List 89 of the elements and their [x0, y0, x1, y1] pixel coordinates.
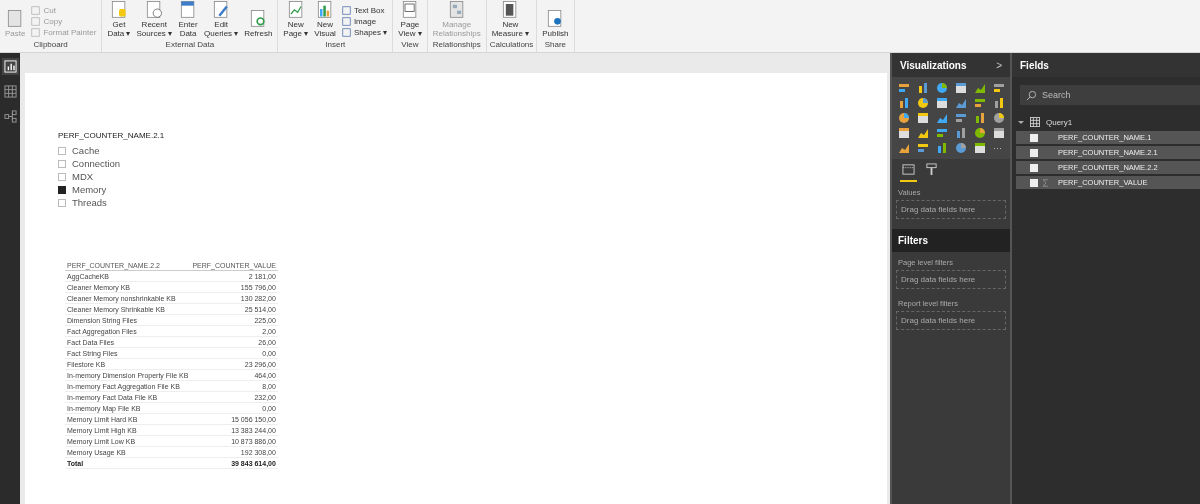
checkbox[interactable] — [1030, 133, 1038, 142]
chart-type-icon[interactable] — [898, 97, 910, 109]
group-label: Clipboard — [32, 39, 69, 51]
group-label: Share — [543, 39, 568, 51]
square-icon — [341, 5, 351, 15]
slicer-item-label[interactable]: Memory — [72, 184, 107, 195]
chart-type-icon[interactable] — [917, 97, 929, 109]
ribbon-button[interactable]: Get Data ▾ — [105, 0, 133, 38]
slicer-item-label[interactable]: Cache — [72, 145, 100, 156]
sigma-icon — [1042, 178, 1049, 187]
checkbox[interactable] — [1030, 178, 1038, 187]
chart-type-icon[interactable] — [993, 82, 1005, 94]
slicer-item-label[interactable]: Connection — [72, 158, 121, 169]
search-field[interactable]: Search — [1042, 85, 1194, 105]
ribbon-button[interactable]: New Measure ▾ — [489, 0, 532, 38]
checkbox[interactable] — [58, 159, 66, 168]
chart-type-icon[interactable] — [993, 112, 1005, 124]
chart-type-icon[interactable] — [917, 142, 929, 154]
ribbon-button[interactable]: Image — [339, 16, 390, 26]
chart-type-icon[interactable] — [955, 97, 967, 109]
search-box[interactable]: Search — [1020, 85, 1200, 105]
chart-type-icon[interactable] — [955, 142, 967, 154]
report-view-button[interactable] — [1, 58, 19, 75]
ribbon-button[interactable]: Recent Sources ▾ — [134, 0, 175, 38]
chart-type-icon[interactable] — [917, 112, 929, 124]
ribbon-button[interactable]: Edit Queries ▾ — [202, 0, 241, 38]
table-name[interactable]: Query1 — [1046, 117, 1073, 127]
panel-title: Visualizations — [900, 59, 967, 71]
chart-type-icon[interactable] — [993, 97, 1005, 109]
checkbox[interactable] — [58, 172, 66, 181]
square-icon — [31, 27, 41, 37]
drop-zone[interactable]: Drag data fields here — [896, 270, 1006, 289]
chart-type-icon[interactable] — [936, 97, 948, 109]
checkbox[interactable] — [1030, 148, 1038, 157]
model-view-button[interactable] — [1, 108, 19, 125]
chart-type-icon[interactable] — [898, 112, 910, 124]
ribbon-button[interactable]: Publish — [540, 8, 571, 38]
ribbon-button[interactable]: Shapes ▾ — [339, 27, 390, 37]
chart-type-icon[interactable] — [955, 112, 967, 124]
slicer-title: PERF_COUNTER_NAME.2.1 — [58, 131, 166, 140]
chart-type-icon[interactable] — [955, 82, 967, 94]
table-icon — [1030, 117, 1040, 127]
drop-zone[interactable]: Drag data fields here — [896, 200, 1006, 219]
group-label: Calculations — [489, 39, 534, 51]
chart-type-icon[interactable] — [993, 127, 1005, 139]
data-view-button[interactable] — [1, 83, 19, 100]
expand-icon[interactable] — [1018, 120, 1024, 124]
chart-type-icon[interactable] — [974, 127, 986, 139]
ribbon-button[interactable]: Enter Data — [176, 0, 201, 38]
chart-type-icon[interactable] — [936, 112, 948, 124]
chart-type-icon[interactable] — [955, 127, 967, 139]
more-visuals-button[interactable]: ··· — [993, 142, 1006, 154]
chart-type-icon[interactable] — [936, 127, 948, 139]
chart-type-icon[interactable] — [936, 82, 948, 94]
ribbon-button[interactable]: Text Box — [339, 5, 390, 15]
chart-type-icon[interactable] — [974, 82, 986, 94]
chart-type-icon[interactable] — [936, 142, 948, 154]
chart-type-icon[interactable] — [898, 127, 910, 139]
checkbox[interactable] — [1030, 163, 1038, 172]
ribbon-button[interactable]: Refresh — [242, 8, 275, 38]
slicer-item-label[interactable]: MDX — [72, 171, 94, 182]
fields-tab[interactable] — [900, 161, 917, 182]
ribbon-button[interactable]: New Page ▾ — [281, 0, 311, 38]
search-icon — [1026, 89, 1037, 101]
checkbox[interactable] — [58, 146, 66, 155]
ribbon-button[interactable]: New Visual — [312, 0, 338, 38]
square-icon — [31, 5, 41, 15]
chart-type-icon[interactable] — [974, 112, 986, 124]
square-icon — [31, 16, 41, 26]
panel-title: Fields — [1020, 59, 1049, 71]
checkbox[interactable] — [58, 185, 66, 194]
ribbon-button[interactable]: Page View ▾ — [396, 0, 424, 38]
chart-type-icon[interactable] — [917, 82, 929, 94]
group-label: Relationships — [431, 39, 482, 51]
drop-zone[interactable]: Drag data fields here — [896, 311, 1006, 330]
group-label: Insert — [324, 39, 347, 51]
checkbox[interactable] — [58, 198, 66, 207]
collapse-button[interactable]: > — [996, 59, 1002, 71]
chart-type-icon[interactable] — [974, 142, 986, 154]
chart-type-icon[interactable] — [974, 97, 986, 109]
group-label: View — [400, 39, 420, 51]
chart-type-icon[interactable] — [898, 82, 910, 94]
filters-header: Filters — [892, 229, 1010, 252]
chart-type-icon[interactable] — [917, 127, 929, 139]
slicer-item-label[interactable]: Threads — [72, 197, 107, 208]
shapes-icon — [341, 27, 351, 37]
chart-type-icon[interactable] — [898, 142, 910, 154]
group-label: External Data — [164, 39, 216, 51]
image-icon — [341, 16, 351, 26]
